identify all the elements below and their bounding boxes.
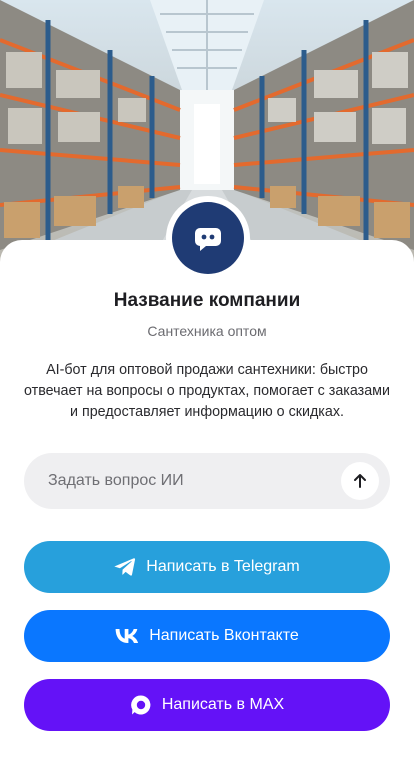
telegram-button[interactable]: Написать в Telegram xyxy=(24,541,390,593)
avatar xyxy=(166,196,250,280)
telegram-button-label: Написать в Telegram xyxy=(146,558,300,575)
send-button[interactable] xyxy=(341,462,379,500)
vk-button[interactable]: Написать Вконтакте xyxy=(24,610,390,662)
chat-bot-icon xyxy=(172,202,244,274)
arrow-up-icon xyxy=(354,474,366,488)
telegram-icon xyxy=(114,557,136,577)
vk-icon xyxy=(115,629,139,643)
company-subtitle: Сантехника оптом xyxy=(147,323,267,339)
ask-ai-input[interactable] xyxy=(48,472,341,490)
company-name: Название компании xyxy=(113,290,301,311)
ask-ai-field xyxy=(24,453,390,509)
max-button[interactable]: Написать в MAX xyxy=(24,679,390,731)
company-description: AI-бот для оптовой продажи сантехники: б… xyxy=(24,362,390,420)
max-icon xyxy=(130,694,152,716)
vk-button-label: Написать Вконтакте xyxy=(149,627,299,644)
max-button-label: Написать в MAX xyxy=(161,696,285,713)
